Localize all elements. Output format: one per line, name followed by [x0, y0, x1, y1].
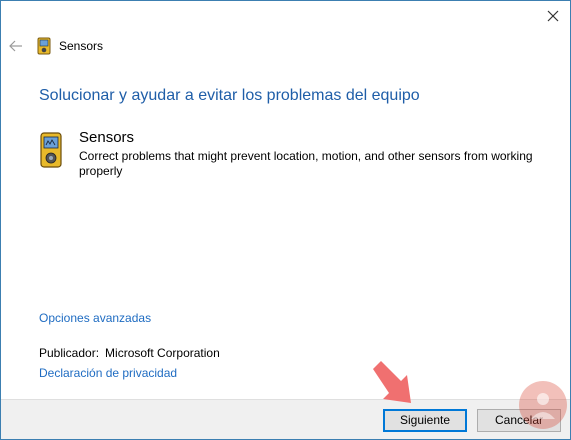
sensor-device-icon: [39, 131, 63, 169]
close-button[interactable]: [542, 5, 564, 27]
troubleshooter-title: Sensors: [79, 129, 135, 146]
window-title: Sensors: [59, 39, 104, 53]
back-button[interactable]: [9, 39, 23, 52]
footer-bar: Siguiente Cancelar: [1, 400, 570, 439]
troubleshooter-item: Sensors Correct problems that might prev…: [39, 127, 559, 187]
publisher-label: Publicador:: [39, 346, 100, 360]
publisher-value: Microsoft Corporation: [105, 346, 220, 360]
close-icon: [547, 10, 559, 22]
troubleshooter-description: Correct problems that might prevent loca…: [79, 149, 533, 178]
pointer-arrow-icon: [367, 357, 417, 407]
page-heading: Solucionar y ayudar a evitar los problem…: [39, 87, 420, 104]
sensor-device-icon: [37, 37, 51, 55]
troubleshooter-window: Sensors Solucionar y ayudar a evitar los…: [0, 0, 571, 440]
watermark-logo-icon: [517, 379, 569, 431]
next-button[interactable]: Siguiente: [383, 409, 467, 432]
privacy-statement-link[interactable]: Declaración de privacidad: [39, 366, 177, 380]
advanced-options-link[interactable]: Opciones avanzadas: [39, 311, 151, 325]
back-arrow-icon: [9, 40, 22, 52]
publisher-info: Publicador: Microsoft Corporation: [39, 346, 220, 360]
title-row: Sensors: [1, 31, 570, 61]
